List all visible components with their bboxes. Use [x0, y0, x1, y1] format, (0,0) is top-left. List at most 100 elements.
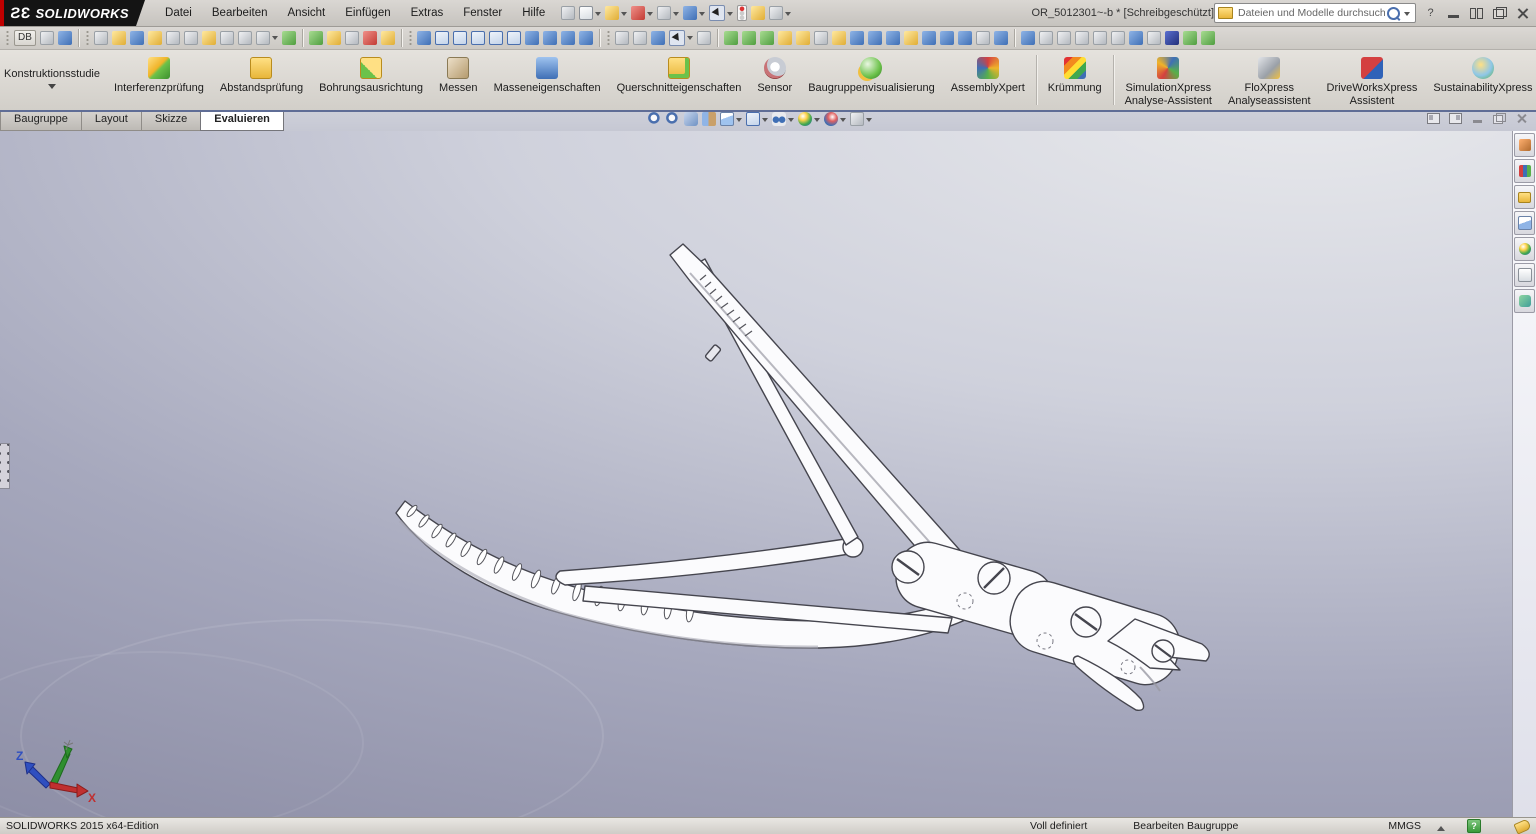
edit-part-icon[interactable] — [868, 31, 882, 45]
restore-button[interactable] — [1492, 7, 1507, 20]
filter-faces-icon[interactable] — [615, 31, 629, 45]
graphics-viewport[interactable]: Z X — [0, 131, 1536, 818]
toolbar-grip[interactable] — [86, 30, 89, 46]
display-style-icon[interactable] — [746, 112, 760, 126]
Datei[interactable]: Datei — [155, 1, 202, 26]
driveworksxpress-button[interactable]: DriveWorksXpress Assistent — [1319, 50, 1426, 110]
ground2-icon[interactable] — [1201, 31, 1215, 45]
Hilfe[interactable]: Hilfe — [512, 1, 555, 26]
custom-properties-tab[interactable] — [1514, 263, 1535, 287]
measure-icon[interactable] — [112, 31, 126, 45]
caret-icon[interactable] — [840, 118, 846, 125]
print-icon[interactable] — [657, 6, 671, 20]
mate-icon[interactable] — [742, 31, 756, 45]
assemblyxpert-button[interactable]: AssemblyXpert — [943, 50, 1033, 110]
appearances-scenes-tab[interactable] — [1514, 237, 1535, 261]
open-icon[interactable] — [605, 6, 619, 20]
querschnitteigenschaften-button[interactable]: Querschnitteigenschaften — [609, 50, 750, 110]
caret-icon[interactable] — [673, 12, 679, 19]
quick-tips-icon[interactable]: ? — [1467, 819, 1481, 833]
assembly-model[interactable] — [0, 131, 1536, 818]
point-icon[interactable] — [850, 31, 864, 45]
edit-sketch-icon[interactable] — [958, 31, 972, 45]
search-magnifier-icon[interactable] — [1387, 7, 1400, 20]
help-icon[interactable]: ? — [1423, 7, 1438, 20]
component-icon[interactable] — [760, 31, 774, 45]
sheet-metal-icon[interactable] — [282, 31, 296, 45]
filter-icon[interactable] — [904, 31, 918, 45]
search-caret-icon[interactable] — [1404, 12, 1410, 19]
doc-close-button[interactable] — [1515, 113, 1528, 124]
toolbar-grip[interactable] — [409, 30, 412, 46]
rotate-component-icon[interactable] — [832, 31, 846, 45]
target-icon[interactable] — [922, 31, 936, 45]
tab-evaluieren[interactable]: Evaluieren — [200, 110, 284, 131]
caret-icon[interactable] — [272, 36, 278, 43]
copy-settings-icon[interactable] — [148, 31, 162, 45]
minimize-button[interactable] — [1446, 7, 1461, 20]
undo-icon[interactable] — [683, 6, 697, 20]
Extras[interactable]: Extras — [401, 1, 454, 26]
mass-properties-icon[interactable] — [130, 31, 144, 45]
view-iso-icon[interactable] — [525, 31, 539, 45]
caret-icon[interactable] — [621, 12, 627, 19]
coordinate-icon[interactable] — [886, 31, 900, 45]
abstandspruefung-button[interactable]: Abstandsprüfung — [212, 50, 311, 110]
new-document-icon[interactable] — [579, 6, 593, 20]
zoom-tool-icon[interactable] — [40, 31, 54, 45]
smart-fastener-icon[interactable] — [724, 31, 738, 45]
file-explorer-tab[interactable] — [1514, 185, 1535, 209]
lasso-select-icon[interactable] — [697, 31, 711, 45]
motion-study-icon[interactable] — [327, 31, 341, 45]
messen-button[interactable]: Messen — [431, 50, 486, 110]
axis-tool-icon[interactable] — [994, 31, 1008, 45]
u-joint-icon[interactable] — [1129, 31, 1143, 45]
bohrungsausrichtung-button[interactable]: Bohrungsausrichtung — [311, 50, 431, 110]
sensor-button[interactable]: Sensor — [749, 50, 800, 110]
move-component-icon[interactable] — [814, 31, 828, 45]
sustainabilityxpress-button[interactable]: SustainabilityXpress — [1425, 50, 1536, 110]
hole-align-tool-icon[interactable] — [1057, 31, 1071, 45]
attachment-icon[interactable] — [184, 31, 198, 45]
solidworks-resources-tab[interactable] — [1514, 133, 1535, 157]
sphere-tool-icon[interactable] — [1165, 31, 1179, 45]
toolbar-separator[interactable] — [78, 29, 79, 47]
previous-view-icon[interactable] — [684, 112, 698, 126]
eraser-pen-icon[interactable] — [579, 31, 593, 45]
anchor-view-icon[interactable] — [417, 31, 431, 45]
status-units[interactable]: MMGS — [1388, 820, 1421, 832]
component-folder-icon[interactable] — [796, 31, 810, 45]
options-icon[interactable] — [769, 6, 783, 20]
spellcheck-icon[interactable] — [94, 31, 108, 45]
doc-minimize-button[interactable] — [1471, 113, 1484, 124]
view-cube-left-icon[interactable] — [471, 31, 485, 45]
ground-icon[interactable] — [1183, 31, 1197, 45]
file-properties-icon[interactable] — [751, 6, 765, 20]
camera-icon[interactable] — [850, 112, 864, 126]
filter-edges-icon[interactable] — [633, 31, 647, 45]
check-icon[interactable] — [345, 31, 359, 45]
caret-icon[interactable] — [699, 12, 705, 19]
Fenster[interactable]: Fenster — [453, 1, 512, 26]
tab-baugruppe[interactable]: Baugruppe — [0, 110, 82, 131]
tab-skizze[interactable]: Skizze — [141, 110, 201, 131]
select-arrow-icon[interactable] — [669, 30, 685, 46]
pane-right-icon[interactable] — [1449, 113, 1462, 124]
db-button[interactable]: DB — [14, 30, 36, 46]
clearance-tool-icon[interactable] — [1039, 31, 1053, 45]
chain-pattern-icon[interactable] — [1093, 31, 1107, 45]
caret-icon[interactable] — [762, 118, 768, 125]
interferenzpruefung-button[interactable]: Interferenzprüfung — [106, 50, 212, 110]
view-palette-tab[interactable] — [1514, 211, 1535, 235]
insert-component-icon[interactable] — [778, 31, 792, 45]
Einfügen[interactable]: Einfügen — [335, 1, 400, 26]
featuremanager-collapsed-handle[interactable] — [0, 443, 10, 489]
simulationxpress-button[interactable]: SimulationXpress Analyse-Assistent — [1117, 50, 1220, 110]
units-caret-icon[interactable] — [1437, 822, 1445, 831]
filter-vertices-icon[interactable] — [651, 31, 665, 45]
caret-icon[interactable] — [785, 12, 791, 19]
toolbar-grip[interactable] — [6, 30, 9, 46]
rebuild-traffic-light-icon[interactable] — [737, 5, 747, 21]
trim-icon[interactable] — [238, 31, 252, 45]
caret-icon[interactable] — [814, 118, 820, 125]
